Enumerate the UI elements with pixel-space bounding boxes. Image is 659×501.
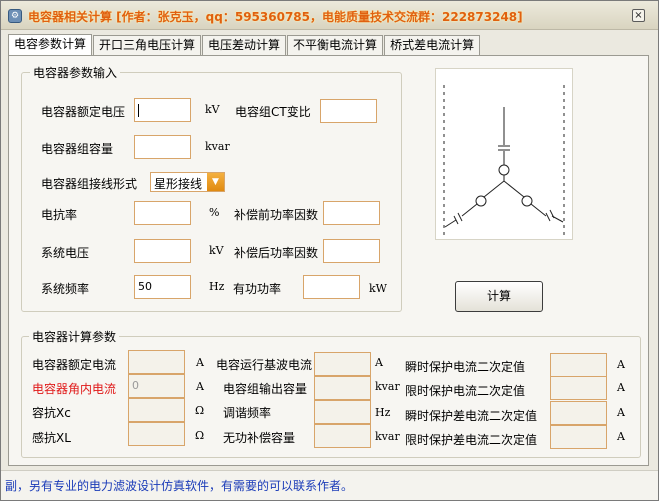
close-button[interactable]: × (632, 9, 645, 22)
capacitive-reactance-output[interactable] (128, 398, 185, 422)
tab-bridge-diff-current[interactable]: 桥式差电流计算 (384, 35, 481, 55)
reactance-ratio-unit: % (209, 206, 220, 219)
output-capacity-label: 电容组输出容量 (223, 382, 308, 396)
rated-voltage-unit: kV (205, 103, 220, 116)
capacity-input[interactable] (134, 135, 191, 159)
text-caret (138, 103, 139, 117)
capacitor-bank-diagram (435, 68, 573, 240)
reactance-ratio-label: 电抗率 (41, 208, 78, 222)
capacitive-reactance-unit: Ω (195, 404, 205, 417)
title-bar: ⚙ 电容器相关计算 [作者：张克玉，qq：595360785，电能质量技术交流群… (1, 1, 658, 30)
active-power-unit: kW (369, 282, 387, 295)
instant-diff-current-setting-unit: A (617, 406, 625, 419)
inductive-reactance-label: 感抗XL (32, 431, 71, 445)
rated-voltage-label: 电容器额定电压 (41, 105, 126, 119)
reactive-compensation-unit: kvar (375, 430, 400, 443)
ct-ratio-label: 电容组CT变比 (235, 105, 311, 119)
delta-internal-current-label: 电容器角内电流 (32, 382, 117, 396)
output-group-title: 电容器计算参数 (29, 328, 120, 345)
pf-before-input[interactable] (323, 201, 380, 225)
system-frequency-input[interactable]: 50 (134, 275, 191, 299)
reactive-compensation-output[interactable] (314, 424, 371, 448)
pf-before-label: 补偿前功率因数 (234, 208, 319, 222)
rated-voltage-input[interactable] (134, 98, 191, 122)
timed-diff-current-setting-output[interactable] (550, 425, 607, 449)
calculate-button[interactable]: 计算 (455, 281, 543, 312)
reactive-compensation-label: 无功补偿容量 (223, 431, 296, 445)
rated-current-output[interactable] (128, 350, 185, 374)
tab-capacitor-params[interactable]: 电容参数计算 (8, 34, 93, 55)
tab-panel: 电容器参数输入 电容器额定电压 kV 电容组CT变比 电容器组容量 kvar 电… (8, 55, 649, 466)
rated-current-unit: A (196, 356, 204, 369)
inductive-reactance-unit: Ω (195, 429, 205, 442)
timed-current-setting-unit: A (617, 381, 625, 394)
ct-ratio-input[interactable] (320, 99, 377, 123)
instant-current-setting-label: 瞬时保护电流二次定值 (405, 360, 526, 374)
instant-diff-current-setting-label: 瞬时保护差电流二次定值 (405, 409, 538, 423)
delta-internal-current-output[interactable]: 0 (128, 374, 185, 398)
system-voltage-input[interactable] (134, 239, 191, 263)
tab-voltage-differential[interactable]: 电压差动计算 (202, 35, 287, 55)
reactance-ratio-input[interactable] (134, 201, 191, 225)
inductive-reactance-output[interactable] (128, 422, 185, 446)
system-frequency-unit: Hz (209, 280, 225, 293)
instant-diff-current-setting-output[interactable] (550, 401, 607, 425)
capacity-label: 电容器组容量 (41, 142, 114, 156)
instant-current-setting-unit: A (617, 358, 625, 371)
system-voltage-unit: kV (209, 244, 224, 257)
tab-unbalance-current[interactable]: 不平衡电流计算 (287, 35, 384, 55)
status-scrolling-text: 副，另有专业的电力滤波设计仿真软件，有需要的可以联系作者。 (5, 479, 354, 493)
active-power-input[interactable] (303, 275, 360, 299)
active-power-label: 有功功率 (233, 282, 282, 296)
app-window: ⚙ 电容器相关计算 [作者：张克玉，qq：595360785，电能质量技术交流群… (0, 0, 659, 501)
tuning-frequency-unit: Hz (375, 406, 391, 419)
window-title: 电容器相关计算 [作者：张克玉，qq：595360785，电能质量技术交流群：2… (28, 10, 523, 24)
chevron-down-icon[interactable]: ▼ (207, 173, 224, 191)
delta-internal-current-unit: A (196, 380, 204, 393)
wiring-select[interactable]: 星形接线 ▼ (150, 172, 225, 192)
instant-current-setting-output[interactable] (550, 353, 607, 377)
output-capacity-output[interactable] (314, 376, 371, 400)
capacitive-reactance-label: 容抗Xc (32, 406, 71, 420)
timed-diff-current-setting-unit: A (617, 430, 625, 443)
timed-current-setting-label: 限时保护电流二次定值 (405, 384, 526, 398)
tuning-frequency-output[interactable] (314, 400, 371, 424)
timed-diff-current-setting-label: 限时保护差电流二次定值 (405, 433, 538, 447)
tab-open-delta-voltage[interactable]: 开口三角电压计算 (93, 35, 202, 55)
status-bar: 副，另有专业的电力滤波设计仿真软件，有需要的可以联系作者。 (1, 470, 658, 500)
capacity-unit: kvar (205, 140, 230, 153)
rated-current-label: 电容器额定电流 (32, 358, 117, 372)
system-voltage-label: 系统电压 (41, 246, 90, 260)
fundamental-current-unit: A (375, 356, 383, 369)
tuning-frequency-label: 调谐频率 (223, 406, 272, 420)
pf-after-input[interactable] (323, 239, 380, 263)
wiring-label: 电容器组接线形式 (41, 177, 138, 191)
fundamental-current-output[interactable] (314, 352, 371, 376)
wiring-selected-value: 星形接线 (154, 177, 203, 191)
output-capacity-unit: kvar (375, 380, 400, 393)
system-frequency-label: 系统频率 (41, 282, 90, 296)
pf-after-label: 补偿后功率因数 (234, 246, 319, 260)
fundamental-current-label: 电容运行基波电流 (216, 358, 313, 372)
star-wiring-schematic-icon (443, 85, 565, 239)
input-group-title: 电容器参数输入 (30, 64, 121, 81)
tab-bar: 电容参数计算 开口三角电压计算 电压差动计算 不平衡电流计算 桥式差电流计算 (8, 34, 481, 55)
app-icon: ⚙ (8, 9, 22, 23)
timed-current-setting-output[interactable] (550, 376, 607, 400)
